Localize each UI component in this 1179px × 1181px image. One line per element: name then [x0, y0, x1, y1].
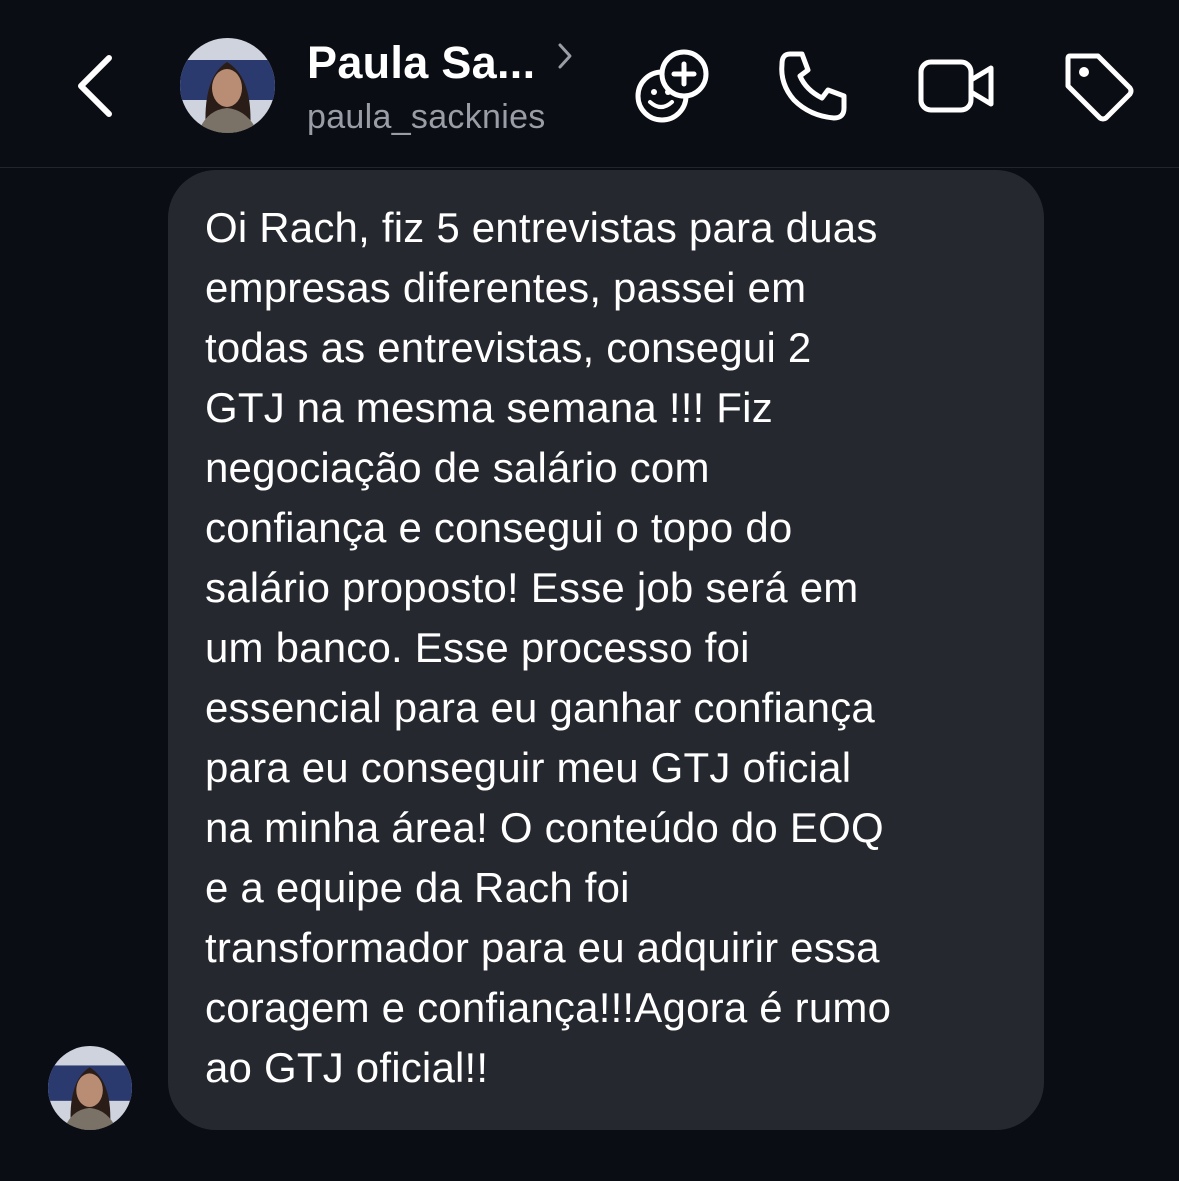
add-to-group-button[interactable]: [632, 46, 712, 126]
contact-username: paula_sacknies: [307, 98, 546, 136]
message-bubble[interactable]: Oi Rach, fiz 5 entrevistas para duas emp…: [168, 170, 1044, 1130]
back-button[interactable]: [62, 48, 128, 124]
call-button[interactable]: [774, 46, 854, 126]
message-text: Oi Rach, fiz 5 entrevistas para duas emp…: [205, 204, 892, 1091]
tag-button[interactable]: [1058, 46, 1138, 126]
contact-info[interactable]: Paula Sa... paula_sacknies: [307, 36, 573, 137]
chat-header: Paula Sa... paula_sacknies: [0, 0, 1179, 168]
video-camera-icon: [918, 59, 994, 113]
chevron-right-icon: [557, 42, 573, 70]
video-call-button[interactable]: [916, 46, 996, 126]
phone-icon: [779, 51, 847, 121]
contact-name: Paula Sa...: [307, 37, 536, 88]
contact-avatar[interactable]: [180, 38, 275, 133]
add-emoji-group-icon: [635, 49, 709, 123]
tag-icon: [1065, 53, 1134, 122]
chevron-left-icon: [78, 55, 112, 117]
sender-avatar[interactable]: [48, 1046, 132, 1130]
